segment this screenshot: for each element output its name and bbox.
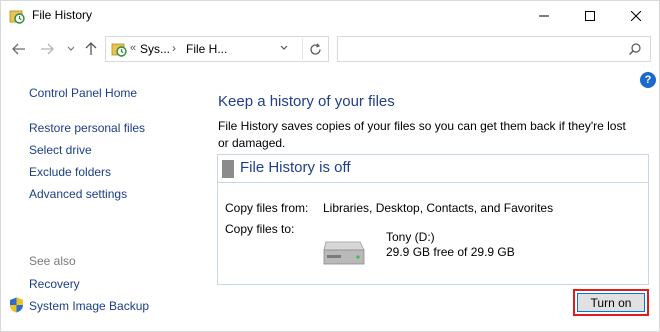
copy-from-value: Libraries, Desktop, Contacts, and Favori… bbox=[323, 201, 554, 215]
file-history-window: File History « Sys... › File H... ? Cont… bbox=[0, 0, 660, 332]
search-icon bbox=[629, 43, 641, 55]
recovery-link[interactable]: Recovery bbox=[29, 277, 80, 291]
navigation-bar: « Sys... › File H... bbox=[1, 31, 659, 69]
copy-to-label: Copy files to: bbox=[225, 222, 295, 236]
address-dropdown-button[interactable] bbox=[280, 43, 288, 54]
advanced-settings-link[interactable]: Advanced settings bbox=[29, 187, 127, 201]
drive-name: Tony (D:) bbox=[386, 230, 435, 244]
close-icon bbox=[631, 11, 641, 21]
select-drive-link[interactable]: Select drive bbox=[29, 143, 92, 157]
back-arrow-icon bbox=[12, 43, 25, 55]
copy-from-label: Copy files from: bbox=[225, 201, 309, 215]
help-button[interactable]: ? bbox=[640, 72, 656, 88]
left-pane: Control Panel Home Restore personal file… bbox=[1, 73, 201, 331]
close-button[interactable] bbox=[613, 1, 659, 31]
see-also-label: See also bbox=[29, 254, 76, 268]
up-arrow-icon bbox=[85, 42, 97, 55]
breadcrumb-system-and-security[interactable]: Sys... bbox=[140, 42, 170, 56]
maximize-icon bbox=[585, 11, 595, 21]
minimize-button[interactable] bbox=[521, 1, 567, 31]
control-panel-home-link[interactable]: Control Panel Home bbox=[29, 86, 137, 100]
page-description: File History saves copies of your files … bbox=[218, 119, 626, 150]
turn-on-button[interactable]: Turn on bbox=[577, 293, 645, 312]
hard-drive-icon bbox=[323, 241, 365, 265]
turn-on-highlight: Turn on bbox=[573, 289, 649, 316]
minimize-icon bbox=[539, 15, 549, 17]
back-button[interactable] bbox=[11, 41, 27, 57]
file-history-icon bbox=[9, 10, 25, 24]
status-text: File History is off bbox=[240, 159, 351, 176]
breadcrumb-file-history[interactable]: File H... bbox=[186, 42, 227, 56]
status-off-icon bbox=[222, 160, 234, 178]
chevron-down-icon bbox=[280, 45, 288, 50]
chevron-down-icon bbox=[67, 46, 75, 51]
page-title: Keep a history of your files bbox=[218, 93, 395, 110]
shield-icon bbox=[10, 297, 23, 313]
refresh-button[interactable] bbox=[302, 38, 328, 60]
restore-personal-files-link[interactable]: Restore personal files bbox=[29, 121, 145, 135]
forward-button[interactable] bbox=[39, 41, 55, 57]
up-button[interactable] bbox=[83, 41, 99, 57]
search-box[interactable] bbox=[337, 36, 651, 62]
breadcrumb-overflow[interactable]: « bbox=[130, 42, 136, 54]
forward-arrow-icon bbox=[41, 43, 54, 55]
drive-free-space: 29.9 GB free of 29.9 GB bbox=[386, 245, 515, 259]
address-bar[interactable]: « Sys... › File H... bbox=[105, 36, 329, 62]
breadcrumb-separator[interactable]: › bbox=[172, 41, 176, 55]
recent-locations-button[interactable] bbox=[63, 41, 79, 57]
file-history-icon bbox=[111, 43, 127, 57]
title-bar: File History bbox=[1, 1, 659, 31]
maximize-button[interactable] bbox=[567, 1, 613, 31]
system-image-backup-link[interactable]: System Image Backup bbox=[29, 299, 149, 313]
question-mark-icon: ? bbox=[644, 74, 652, 86]
refresh-icon bbox=[310, 42, 321, 55]
window-title: File History bbox=[32, 8, 93, 22]
exclude-folders-link[interactable]: Exclude folders bbox=[29, 165, 111, 179]
status-panel: File History is off Copy files from: Lib… bbox=[217, 154, 649, 285]
status-header: File History is off bbox=[218, 155, 648, 183]
